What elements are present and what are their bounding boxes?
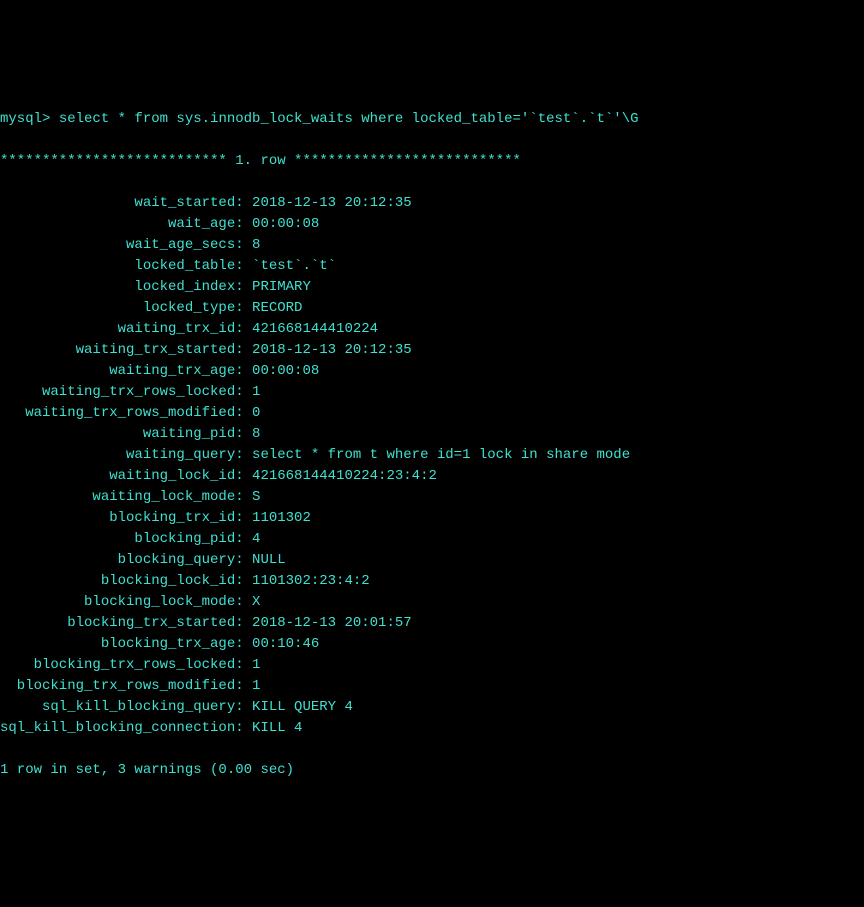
field-row: sql_kill_blocking_query: KILL QUERY 4 xyxy=(0,697,864,718)
field-row: sql_kill_blocking_connection: KILL 4 xyxy=(0,718,864,739)
query-line: mysql> select * from sys.innodb_lock_wai… xyxy=(0,109,864,130)
field-row: wait_age_secs: 8 xyxy=(0,235,864,256)
field-row: blocking_lock_mode: X xyxy=(0,592,864,613)
field-row: waiting_lock_mode: S xyxy=(0,487,864,508)
field-row: blocking_pid: 4 xyxy=(0,529,864,550)
prompt: mysql> xyxy=(0,111,59,127)
field-row: blocking_trx_age: 00:10:46 xyxy=(0,634,864,655)
field-row: blocking_trx_id: 1101302 xyxy=(0,508,864,529)
field-row: waiting_trx_rows_locked: 1 xyxy=(0,382,864,403)
field-row: waiting_trx_id: 421668144410224 xyxy=(0,319,864,340)
field-row: blocking_trx_rows_locked: 1 xyxy=(0,655,864,676)
sql-query: select * from sys.innodb_lock_waits wher… xyxy=(59,111,639,127)
field-row: waiting_query: select * from t where id=… xyxy=(0,445,864,466)
field-row: wait_started: 2018-12-13 20:12:35 xyxy=(0,193,864,214)
field-row: blocking_trx_rows_modified: 1 xyxy=(0,676,864,697)
field-row: blocking_trx_started: 2018-12-13 20:01:5… xyxy=(0,613,864,634)
result-fields: wait_started: 2018-12-13 20:12:35 wait_a… xyxy=(0,193,864,739)
field-row: waiting_trx_age: 00:00:08 xyxy=(0,361,864,382)
field-row: waiting_lock_id: 421668144410224:23:4:2 xyxy=(0,466,864,487)
row-separator: *************************** 1. row *****… xyxy=(0,151,864,172)
field-row: locked_table: `test`.`t` xyxy=(0,256,864,277)
field-row: waiting_trx_rows_modified: 0 xyxy=(0,403,864,424)
mysql-terminal[interactable]: mysql> select * from sys.innodb_lock_wai… xyxy=(0,88,864,802)
field-row: blocking_query: NULL xyxy=(0,550,864,571)
field-row: waiting_pid: 8 xyxy=(0,424,864,445)
field-row: wait_age: 00:00:08 xyxy=(0,214,864,235)
field-row: blocking_lock_id: 1101302:23:4:2 xyxy=(0,571,864,592)
field-row: locked_type: RECORD xyxy=(0,298,864,319)
result-summary: 1 row in set, 3 warnings (0.00 sec) xyxy=(0,760,864,781)
field-row: locked_index: PRIMARY xyxy=(0,277,864,298)
field-row: waiting_trx_started: 2018-12-13 20:12:35 xyxy=(0,340,864,361)
